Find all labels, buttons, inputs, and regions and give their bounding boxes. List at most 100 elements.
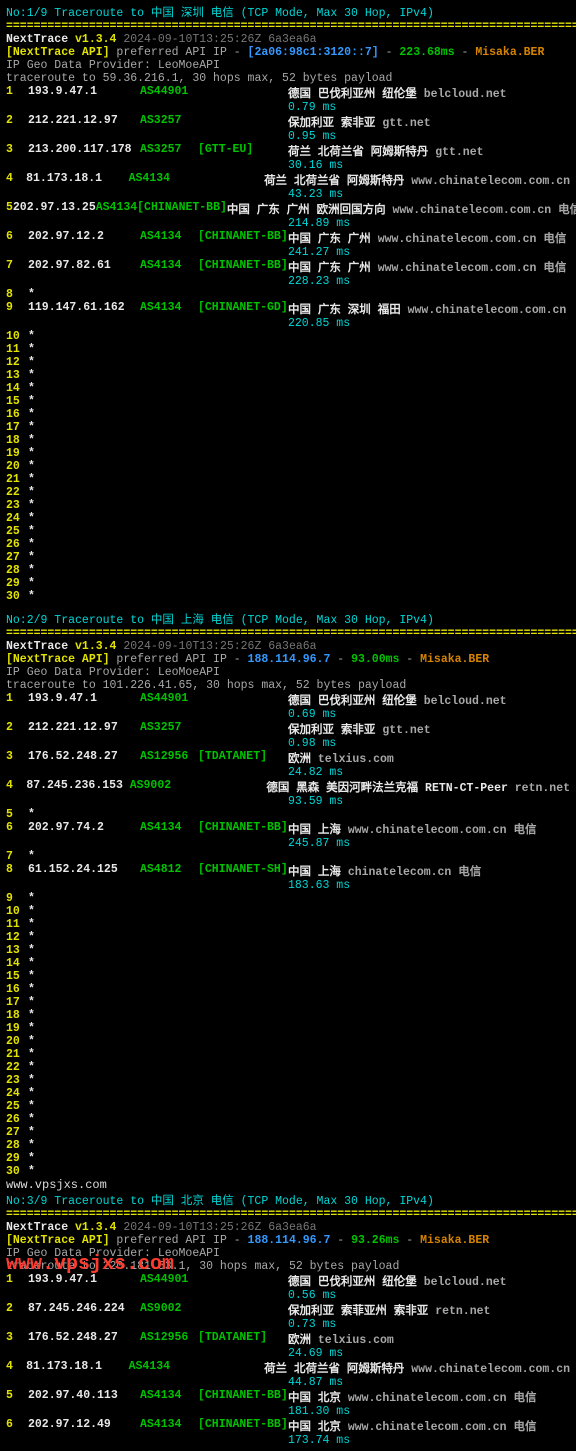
hop-number: 17: [6, 996, 28, 1009]
hop-timeout: *: [28, 1048, 35, 1061]
hop-row: 481.173.18.1AS4134荷兰 北荷兰省 阿姆斯特丹 www.chin…: [6, 172, 570, 188]
hop-number: 21: [6, 1048, 28, 1061]
hop-asn: AS12956: [140, 1331, 198, 1347]
hop-asn: AS44901: [140, 692, 198, 708]
hop-location: 德国 巴伐利亚州 纽伦堡 belcloud.net: [288, 85, 507, 101]
app-version: v1.3.4: [75, 33, 123, 46]
hop-timeout: *: [28, 564, 35, 577]
hop-host: www.chinatelecom.com.cn: [408, 304, 567, 317]
hop-row: 2212.221.12.97AS3257 保加利亚 索非亚 gtt.net: [6, 721, 570, 737]
hop-row: 24*: [6, 1087, 570, 1100]
target-line: traceroute to 59.36.216.1, 30 hops max, …: [6, 72, 570, 85]
hop-row: 27*: [6, 551, 570, 564]
hop-number: 14: [6, 957, 28, 970]
hop-row: 22*: [6, 486, 570, 499]
hop-latency-row: 24.69 ms: [6, 1347, 570, 1360]
hop-number: 26: [6, 1113, 28, 1126]
hop-asn: AS4812: [140, 863, 198, 879]
hop-number: 27: [6, 551, 28, 564]
hop-tag: [GTT-EU]: [198, 143, 288, 159]
hop-latency-row: 220.85 ms: [6, 317, 570, 330]
hop-row: 28*: [6, 1139, 570, 1152]
hop-tag: [198, 1273, 288, 1289]
hop-number: 11: [6, 343, 28, 356]
hop-row: 15*: [6, 970, 570, 983]
hop-row: 7*: [6, 850, 570, 863]
hop-peer: 电信: [536, 233, 566, 246]
hop-timeout: *: [28, 996, 35, 1009]
hop-number: 11: [6, 918, 28, 931]
hop-row: 10*: [6, 905, 570, 918]
hop-row: 1193.9.47.1AS44901德国 巴伐利亚州 纽伦堡 belcloud.…: [6, 85, 570, 101]
hop-ip: 212.221.12.97: [28, 721, 140, 737]
hop-number: 27: [6, 1126, 28, 1139]
hop-host: gtt.net: [435, 146, 483, 159]
hop-number: 23: [6, 1074, 28, 1087]
hop-latency-row: 0.79 ms: [6, 101, 570, 114]
hop-timeout: *: [28, 577, 35, 590]
api-line: [NextTrace API] preferred API IP - 188.1…: [6, 1234, 570, 1247]
hop-asn: AS3257: [140, 721, 198, 737]
hop-timeout: *: [28, 1113, 35, 1126]
hop-ip: 202.97.40.113: [28, 1389, 140, 1405]
hop-number: 7: [6, 850, 28, 863]
hop-peer: 电信: [451, 866, 481, 879]
hop-tag: [CHINANET-GD]: [198, 301, 288, 317]
hop-latency: 30.16 ms: [288, 159, 343, 172]
hop-host: chinatelecom.cn: [348, 866, 452, 879]
hop-location: 中国 上海 chinatelecom.cn 电信: [288, 863, 481, 879]
hop-ip: 119.147.61.162: [28, 301, 140, 317]
hop-timeout: *: [28, 434, 35, 447]
hop-host: belcloud.net: [424, 88, 507, 101]
hop-host: www.chinatelecom.com.cn: [378, 262, 537, 275]
hop-row: 19*: [6, 1022, 570, 1035]
hop-location: 中国 上海 www.chinatelecom.com.cn 电信: [288, 821, 536, 837]
hop-tag: [198, 692, 288, 708]
hop-tag: [TDATANET]: [198, 1331, 288, 1347]
hop-peer: 电信: [507, 824, 537, 837]
app-name: NextTrace: [6, 640, 75, 653]
hop-row: 6202.97.74.2AS4134[CHINANET-BB]中国 上海 www…: [6, 821, 570, 837]
hop-timeout: *: [28, 447, 35, 460]
hop-row: 18*: [6, 434, 570, 447]
hop-latency: 24.82 ms: [288, 766, 343, 779]
hop-number: 13: [6, 369, 28, 382]
trace-header: No:3/9 Traceroute to 中国 北京 电信 (TCP Mode,…: [6, 1192, 570, 1208]
hop-tag: [183, 779, 266, 795]
api-text: preferred API IP -: [116, 46, 247, 59]
hop-asn: AS4134: [140, 230, 198, 246]
hop-latency: 0.73 ms: [288, 1318, 336, 1331]
hop-row: 11*: [6, 343, 570, 356]
hop-ip: 81.173.18.1: [26, 172, 129, 188]
hop-location: 德国 巴伐利亚州 纽伦堡 belcloud.net: [288, 692, 507, 708]
hop-ip: 193.9.47.1: [28, 692, 140, 708]
hop-peer: 电信: [507, 1392, 537, 1405]
hop-number: 15: [6, 395, 28, 408]
hop-timeout: *: [28, 421, 35, 434]
hop-latency-row: 43.23 ms: [6, 188, 570, 201]
hop-location: 保加利亚 索菲亚州 索非亚 retn.net: [288, 1302, 490, 1318]
hop-location: 荷兰 北荷兰省 阿姆斯特丹 gtt.net: [288, 143, 484, 159]
hop-host: www.chinatelecom.com.cn: [348, 1392, 507, 1405]
hop-number: 2: [6, 721, 28, 737]
hop-tag: [CHINANET-BB]: [137, 201, 227, 217]
hop-latency-row: 0.69 ms: [6, 708, 570, 721]
hop-location: 中国 广东 深圳 福田 www.chinatelecom.com.cn: [288, 301, 566, 317]
hop-tag: [CHINANET-BB]: [198, 230, 288, 246]
hop-asn: AS4134: [140, 1389, 198, 1405]
hop-timeout: *: [28, 1100, 35, 1113]
hop-number: 29: [6, 577, 28, 590]
hop-ip: 212.221.12.97: [28, 114, 140, 130]
hop-number: 23: [6, 499, 28, 512]
hop-location: 中国 广东 广州 www.chinatelecom.com.cn 电信: [288, 259, 566, 275]
api-node: Misaka.BER: [420, 1234, 489, 1247]
hop-number: 2: [6, 114, 28, 130]
hop-ip: 202.97.74.2: [28, 821, 140, 837]
hop-timeout: *: [28, 288, 35, 301]
hop-latency: 0.79 ms: [288, 101, 336, 114]
version-line: NextTrace v1.3.4 2024-09-10T13:25:26Z 6a…: [6, 1221, 570, 1234]
hop-number: 22: [6, 1061, 28, 1074]
hop-location: 中国 广东 广州 www.chinatelecom.com.cn 电信: [288, 230, 566, 246]
hop-latency: 0.98 ms: [288, 737, 336, 750]
hop-location: 保加利亚 索非亚 gtt.net: [288, 721, 431, 737]
